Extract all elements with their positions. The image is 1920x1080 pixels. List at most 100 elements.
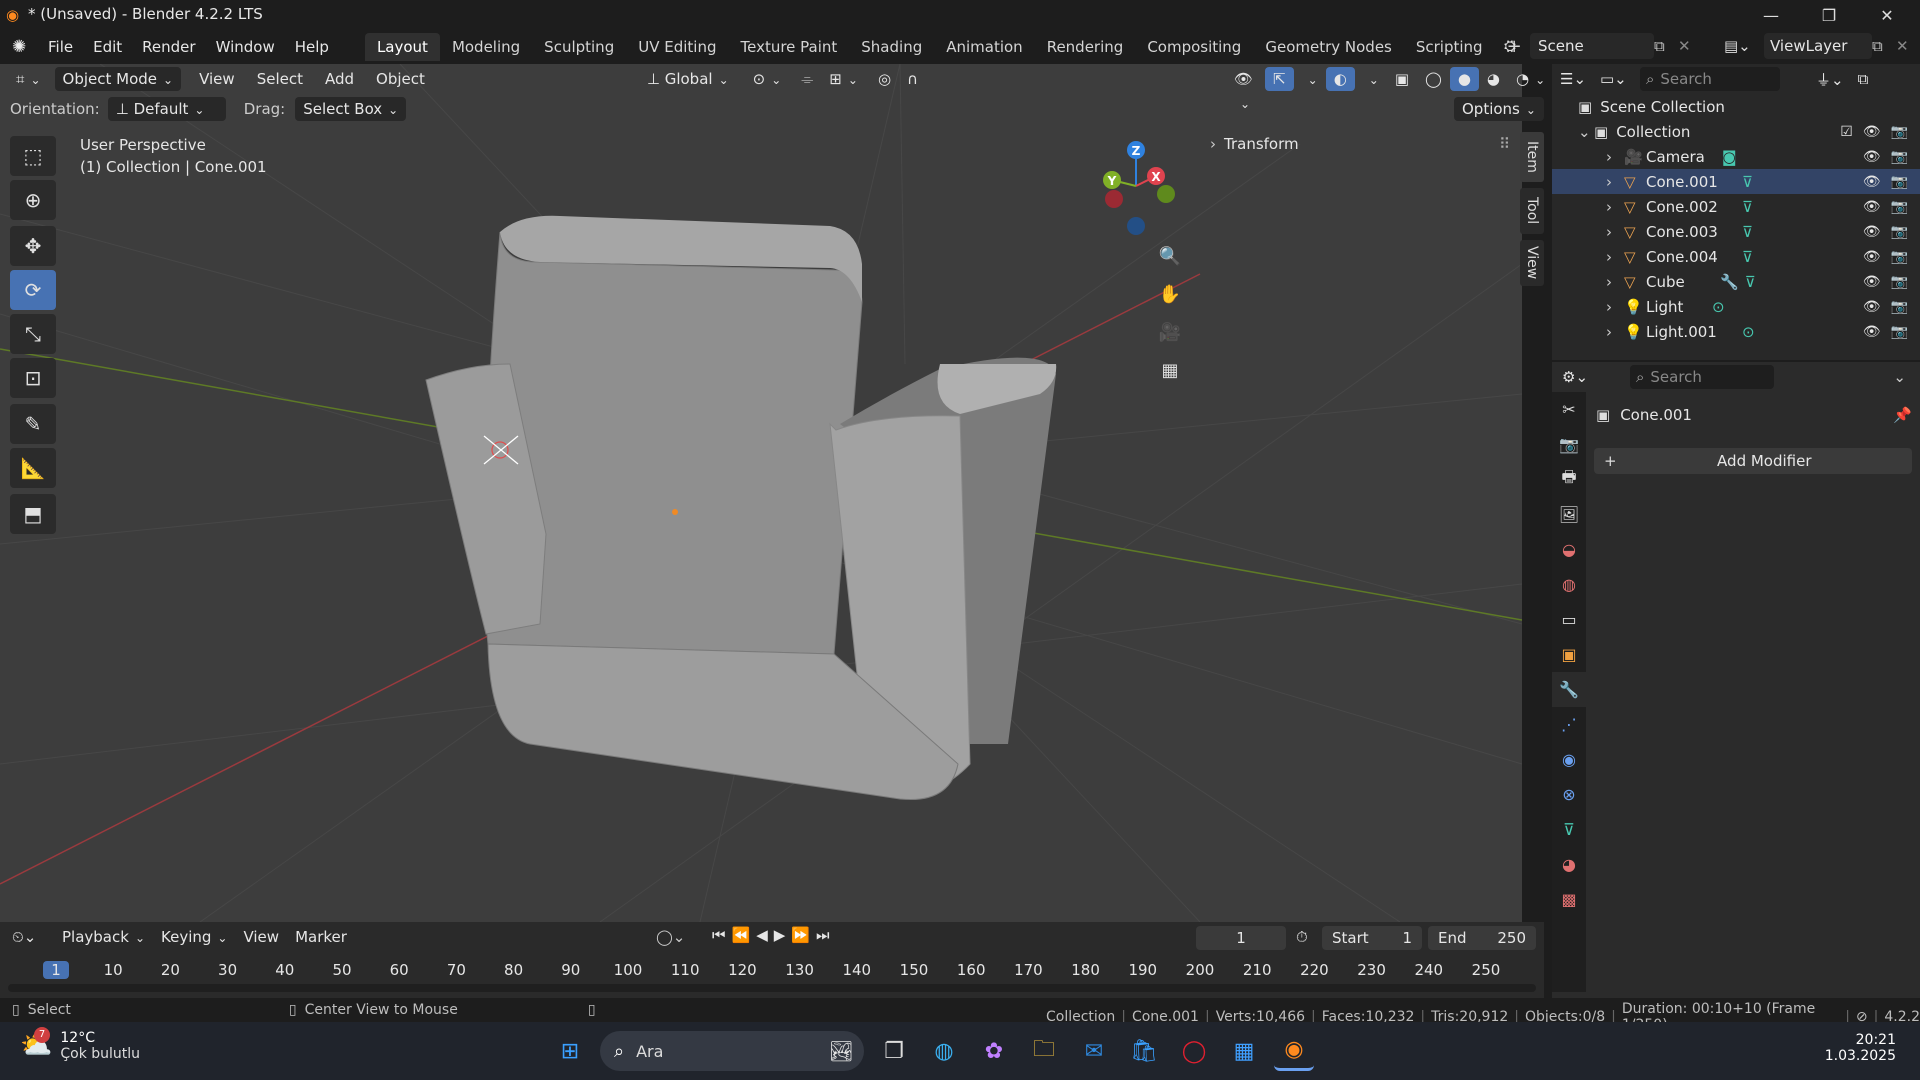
outliner-item[interactable]: › ▽ Cone.003 ⊽ 👁 📷 xyxy=(1552,219,1920,244)
proportional-edit-icon[interactable]: ◎ xyxy=(870,67,899,91)
visibility-icon[interactable]: 👁 xyxy=(1226,67,1261,91)
file-explorer-icon[interactable]: 🗀 xyxy=(1024,1031,1064,1071)
falloff-icon[interactable]: ∩ xyxy=(899,67,926,91)
jump-end-icon[interactable]: ⏭ xyxy=(816,926,830,944)
add-menu[interactable]: Add xyxy=(317,67,362,91)
end-frame-field[interactable]: End 250 xyxy=(1428,926,1536,950)
pan-hand-icon[interactable]: ✋ xyxy=(1154,278,1186,310)
select-box-tool-icon[interactable]: ⬚ xyxy=(10,136,56,176)
zoom-icon[interactable]: 🔍 xyxy=(1154,240,1186,272)
eye-icon[interactable]: 👁 xyxy=(1863,174,1881,190)
view-menu[interactable]: View xyxy=(191,67,243,91)
mesh-data-icon[interactable]: ⊽ xyxy=(1742,223,1753,241)
tool-tab-icon[interactable]: ✂ xyxy=(1552,392,1586,427)
output-tab-icon[interactable]: 🖶 xyxy=(1552,462,1586,497)
expand-chevron-icon[interactable]: › xyxy=(1606,323,1624,341)
tab-sculpting[interactable]: Sculpting xyxy=(532,33,626,61)
display-mode-icon[interactable]: ▭⌄ xyxy=(1600,70,1640,88)
play-reverse-icon[interactable]: ◀ xyxy=(756,926,768,944)
view-layer-name-field[interactable]: ViewLayer xyxy=(1764,33,1872,59)
tab-geometry-nodes[interactable]: Geometry Nodes xyxy=(1253,33,1404,61)
frame-ruler[interactable]: 1 10 20 30 40 50 60 70 80 90 100 110 120 130 140 150 160… xyxy=(0,960,1544,982)
overlay-toggle-icon[interactable]: ◐ xyxy=(1325,67,1355,91)
render-camera-icon[interactable]: 📷 xyxy=(1891,149,1908,165)
select-menu[interactable]: Select xyxy=(249,67,311,91)
expand-chevron-icon[interactable]: › xyxy=(1606,248,1624,266)
microsoft-store-icon[interactable]: 🛍 xyxy=(1124,1031,1164,1071)
collapse-chevron-icon[interactable]: ⌄ xyxy=(1578,123,1594,141)
menu-edit[interactable]: Edit xyxy=(83,33,132,61)
outliner-item[interactable]: › 💡 Light.001 ⊙ 👁 📷 xyxy=(1552,319,1920,344)
menu-render[interactable]: Render xyxy=(132,33,205,61)
3d-viewport[interactable] xyxy=(0,64,1522,922)
timeline-view-menu[interactable]: View xyxy=(235,925,287,949)
mesh-data-icon[interactable]: ⊽ xyxy=(1742,198,1753,216)
outliner-item[interactable]: › ▽ Cone.002 ⊽ 👁 📷 xyxy=(1552,194,1920,219)
eye-icon[interactable]: 👁 xyxy=(1863,249,1881,265)
mesh-data-icon[interactable]: ⊽ xyxy=(1742,173,1753,191)
eye-icon[interactable]: 👁 xyxy=(1863,324,1881,340)
opera-browser-icon[interactable]: ◯ xyxy=(1174,1031,1214,1071)
outliner-item[interactable]: › 💡 Light ⊙ 👁 📷 xyxy=(1552,294,1920,319)
clock[interactable]: 20:21 1.03.2025 xyxy=(1825,1032,1896,1064)
tab-view[interactable]: View xyxy=(1520,240,1544,286)
transform-panel-header[interactable]: › Transform ⠿ xyxy=(1210,132,1510,156)
gizmo-toggle-icon[interactable]: ⇱ xyxy=(1265,67,1294,91)
tab-compositing[interactable]: Compositing xyxy=(1135,33,1253,61)
tab-layout[interactable]: Layout xyxy=(364,33,440,61)
scene-tab-icon[interactable]: ◒ xyxy=(1552,532,1586,567)
material-shading-icon[interactable]: ◕ xyxy=(1479,67,1508,91)
filter-icon[interactable]: ⏚⌄ xyxy=(1816,69,1844,90)
snap-target-icon[interactable]: ⊞ xyxy=(821,67,866,91)
next-keyframe-icon[interactable]: ⏩ xyxy=(791,926,810,944)
render-camera-icon[interactable]: 📷 xyxy=(1891,199,1908,215)
outliner-search[interactable]: ⌕ Search xyxy=(1640,67,1780,91)
auto-keying-icon[interactable]: ◯⌄ xyxy=(656,928,685,946)
render-tab-icon[interactable]: 📷 xyxy=(1552,427,1586,462)
tab-modeling[interactable]: Modeling xyxy=(440,33,532,61)
eye-icon[interactable]: 👁 xyxy=(1863,149,1881,165)
outliner-item[interactable]: › 🎥 Camera ◙ 👁 📷 xyxy=(1552,144,1920,169)
add-cube-tool-icon[interactable]: ⬒ xyxy=(10,494,56,534)
pivot-point-icon[interactable]: ⊙ xyxy=(745,67,790,91)
eye-icon[interactable]: 👁 xyxy=(1863,199,1881,215)
gizmo-neg-y-axis[interactable] xyxy=(1157,185,1175,203)
object-tab-icon[interactable]: ▣ xyxy=(1552,637,1586,672)
properties-editor-icon[interactable]: ⚙⌄ xyxy=(1562,368,1602,386)
minimize-button[interactable]: — xyxy=(1742,0,1800,30)
play-icon[interactable]: ▶ xyxy=(774,926,786,944)
scale-tool-icon[interactable]: ⤡ xyxy=(10,314,56,354)
world-tab-icon[interactable]: ◍ xyxy=(1552,567,1586,602)
timeline-scrollbar[interactable] xyxy=(8,984,1536,992)
stopwatch-icon[interactable]: ⏱ xyxy=(1296,928,1308,946)
drag-dropdown[interactable]: Select Box xyxy=(295,97,407,121)
light-data-icon[interactable]: ⊙ xyxy=(1742,323,1755,341)
prev-keyframe-icon[interactable]: ⏪ xyxy=(732,926,751,944)
render-camera-icon[interactable]: 📷 xyxy=(1891,249,1908,265)
render-camera-icon[interactable]: 📷 xyxy=(1891,324,1908,340)
expand-chevron-icon[interactable]: › xyxy=(1606,298,1624,316)
widgets-app-icon[interactable]: ▦ xyxy=(1224,1031,1264,1071)
tab-rendering[interactable]: Rendering xyxy=(1035,33,1136,61)
view-layer-tab-icon[interactable]: 🖼 xyxy=(1552,497,1586,532)
overlay-dropdown-icon[interactable] xyxy=(1355,67,1387,91)
outliner-item[interactable]: › ▽ Cube 🔧 ⊽ 👁 📷 xyxy=(1552,269,1920,294)
tab-texture-paint[interactable]: Texture Paint xyxy=(728,33,849,61)
object-menu[interactable]: Object xyxy=(368,67,433,91)
mesh-data-icon[interactable]: ⊽ xyxy=(1745,273,1756,291)
transform-tool-icon[interactable]: ⊡ xyxy=(10,358,56,398)
start-frame-field[interactable]: Start 1 xyxy=(1322,926,1422,950)
add-modifier-button[interactable]: + Add Modifier xyxy=(1594,448,1912,474)
gizmo-neg-x-axis[interactable] xyxy=(1105,190,1123,208)
light-data-icon[interactable]: ⊙ xyxy=(1712,298,1725,316)
data-tab-icon[interactable]: ⊽ xyxy=(1552,812,1586,847)
xray-toggle-icon[interactable]: ▣ xyxy=(1387,67,1417,91)
properties-options-icon[interactable]: ⌄ xyxy=(1893,368,1906,386)
expand-chevron-icon[interactable]: › xyxy=(1606,148,1624,166)
view-layer-icon[interactable]: ▤⌄ xyxy=(1724,37,1764,55)
new-scene-icon[interactable]: ⧉ xyxy=(1654,37,1678,55)
mesh-data-icon[interactable]: ⊽ xyxy=(1742,248,1753,266)
editor-type-icon[interactable]: ⌗ xyxy=(8,67,49,91)
orientation-dropdown[interactable]: ⊥ Default xyxy=(107,97,226,121)
render-camera-icon[interactable]: 📷 xyxy=(1891,174,1908,190)
